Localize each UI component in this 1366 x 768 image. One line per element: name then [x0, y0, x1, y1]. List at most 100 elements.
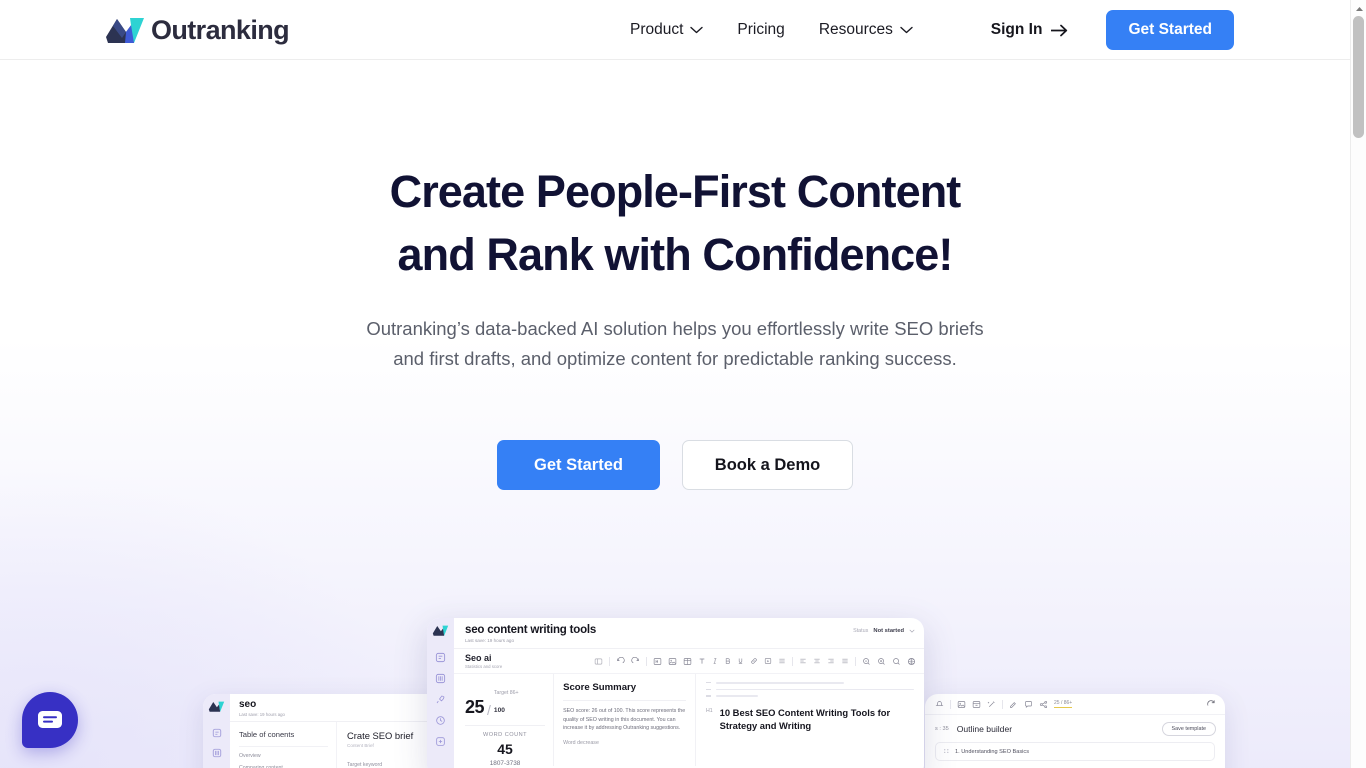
sign-in-link[interactable]: Sign In	[991, 21, 1069, 39]
seo-score-pane: 25 / Target 86+ 100 WORD COUNT 45 1807-3…	[454, 674, 555, 767]
underline-icon[interactable]	[737, 657, 744, 665]
divider	[950, 699, 951, 709]
caret-up-icon	[1355, 7, 1363, 11]
zoom-out-icon[interactable]	[862, 657, 871, 666]
grid-icon[interactable]	[907, 657, 916, 666]
editor-panes: 25 / Target 86+ 100 WORD COUNT 45 1807-3…	[454, 674, 924, 767]
sign-in-label: Sign In	[990, 21, 1043, 38]
heading-icon[interactable]	[653, 657, 662, 666]
text-format-icon[interactable]	[698, 657, 706, 665]
chevron-down-icon	[690, 26, 704, 34]
nav-item-pricing[interactable]: Pricing	[737, 21, 784, 39]
editor-status-dropdown[interactable]: Status Not started	[853, 624, 915, 634]
save-template-button[interactable]: Save template	[1161, 722, 1216, 736]
hero-subtitle: Outranking’s data-backed AI solution hel…	[366, 318, 984, 369]
app-card-editor: seo content writing tools Last save: 19 …	[427, 618, 924, 768]
hero-book-demo-button[interactable]: Book a Demo	[682, 440, 853, 490]
undo-icon[interactable]	[616, 656, 625, 666]
media-icon[interactable]	[764, 657, 772, 665]
page-scrollbar[interactable]	[1350, 0, 1366, 768]
header-actions: Sign In Get Started	[991, 0, 1234, 60]
italic-icon[interactable]	[712, 657, 718, 665]
align-center-icon[interactable]	[813, 657, 821, 665]
editor-status-value: Not started	[873, 628, 904, 634]
zoom-in-icon[interactable]	[877, 657, 886, 666]
outranking-mark-icon	[208, 701, 225, 712]
site-header: Outranking Product Pricing Resources Sig…	[0, 0, 1350, 60]
align-justify-icon[interactable]	[841, 657, 849, 665]
arrow-right-icon	[1051, 24, 1068, 36]
image-icon[interactable]	[668, 657, 677, 666]
divider	[1002, 699, 1003, 709]
nav-item-product[interactable]: Product	[630, 21, 704, 39]
outline-item-text: 1. Understanding SEO Basics	[955, 748, 1029, 755]
divider	[239, 746, 328, 747]
page-canvas: Outranking Product Pricing Resources Sig…	[0, 0, 1350, 768]
document-editor-pane[interactable]: H1 10 Best SEO Content Writing Tools for…	[696, 674, 924, 766]
brief-doc-saved: Last save: 19 hours ago	[239, 712, 285, 717]
line-marker	[706, 682, 711, 684]
chevron-down-icon	[900, 26, 913, 34]
hero-title-line2: and Rank with Confidence!	[397, 229, 953, 280]
hero-cta-group: Get Started Book a Demo	[0, 440, 1350, 490]
chat-bubble-icon	[38, 711, 62, 728]
bell-icon[interactable]	[935, 700, 944, 709]
table-icon[interactable]	[683, 657, 692, 666]
share-icon[interactable]	[1039, 700, 1048, 709]
heading-level-tag: H1	[706, 707, 713, 714]
divider	[646, 656, 647, 666]
align-right-icon[interactable]	[827, 657, 835, 665]
browser-viewport: Outranking Product Pricing Resources Sig…	[0, 0, 1366, 768]
list-icon[interactable]	[778, 657, 786, 665]
editor-toolbar-icons	[594, 656, 916, 666]
score-slash: /	[487, 702, 491, 718]
app-screenshot-group: seo Last save: 19 hours ago Status No Ta…	[0, 618, 1350, 768]
chat-widget-button[interactable]	[22, 692, 78, 748]
link-icon[interactable]	[750, 657, 758, 665]
search-icon[interactable]	[892, 657, 901, 666]
comment-icon[interactable]	[1024, 700, 1033, 709]
outline-list-item[interactable]: 1. Understanding SEO Basics	[935, 742, 1215, 761]
app-card-right-body: 25 / 86+ s : 35 Outline builder Save tem…	[925, 694, 1225, 768]
edit-icon[interactable]	[1009, 700, 1018, 709]
archive-icon[interactable]	[972, 700, 981, 709]
rocket-icon[interactable]	[435, 694, 446, 705]
app-card-center-body: seo content writing tools Last save: 19 …	[454, 618, 924, 768]
outranking-logo-icon	[106, 18, 144, 43]
add-document-icon[interactable]	[435, 736, 446, 747]
site-logo[interactable]: Outranking	[104, 12, 290, 48]
editor-placeholder-line	[706, 688, 914, 691]
magic-wand-icon[interactable]	[987, 700, 996, 709]
hero-get-started-button[interactable]: Get Started	[497, 440, 660, 490]
line-bar	[716, 688, 914, 691]
document-icon[interactable]	[212, 728, 222, 738]
library-icon[interactable]	[435, 673, 446, 684]
header-get-started-button[interactable]: Get Started	[1106, 10, 1234, 50]
score-target-max: 100	[493, 707, 505, 714]
divider	[609, 656, 610, 666]
brief-toc-item[interactable]: Overview	[239, 753, 328, 759]
editor-doc-saved: Last save: 19 hours ago	[465, 638, 515, 643]
library-icon[interactable]	[212, 748, 222, 758]
image-icon[interactable]	[957, 700, 966, 709]
editor-toolbar: Seo ai Statistics and score	[454, 649, 924, 674]
editor-panel-sub: Statistics and score	[465, 664, 503, 669]
history-icon[interactable]	[435, 715, 446, 726]
document-icon[interactable]	[435, 652, 446, 663]
scroll-up-arrow[interactable]	[1351, 2, 1366, 16]
brief-doc-title: seo	[239, 699, 257, 710]
nav-item-resources[interactable]: Resources	[819, 21, 913, 39]
score-summary-pane: Score Summary SEO score: 26 out of 100. …	[554, 674, 696, 766]
align-left-icon[interactable]	[799, 657, 807, 665]
redo-icon[interactable]	[631, 656, 640, 666]
hero-section: Create People-First Content and Rank wit…	[0, 60, 1350, 490]
score-row: 25 / Target 86+ 100	[465, 681, 545, 718]
refresh-icon[interactable]	[1206, 699, 1216, 709]
drag-handle-icon[interactable]	[943, 748, 950, 755]
bold-icon[interactable]	[724, 657, 731, 665]
editor-placeholder-line	[706, 695, 914, 697]
line-bar	[716, 695, 758, 697]
panel-toggle-icon[interactable]	[594, 657, 603, 666]
scrollbar-thumb[interactable]	[1353, 16, 1364, 138]
line-bar	[716, 682, 844, 684]
